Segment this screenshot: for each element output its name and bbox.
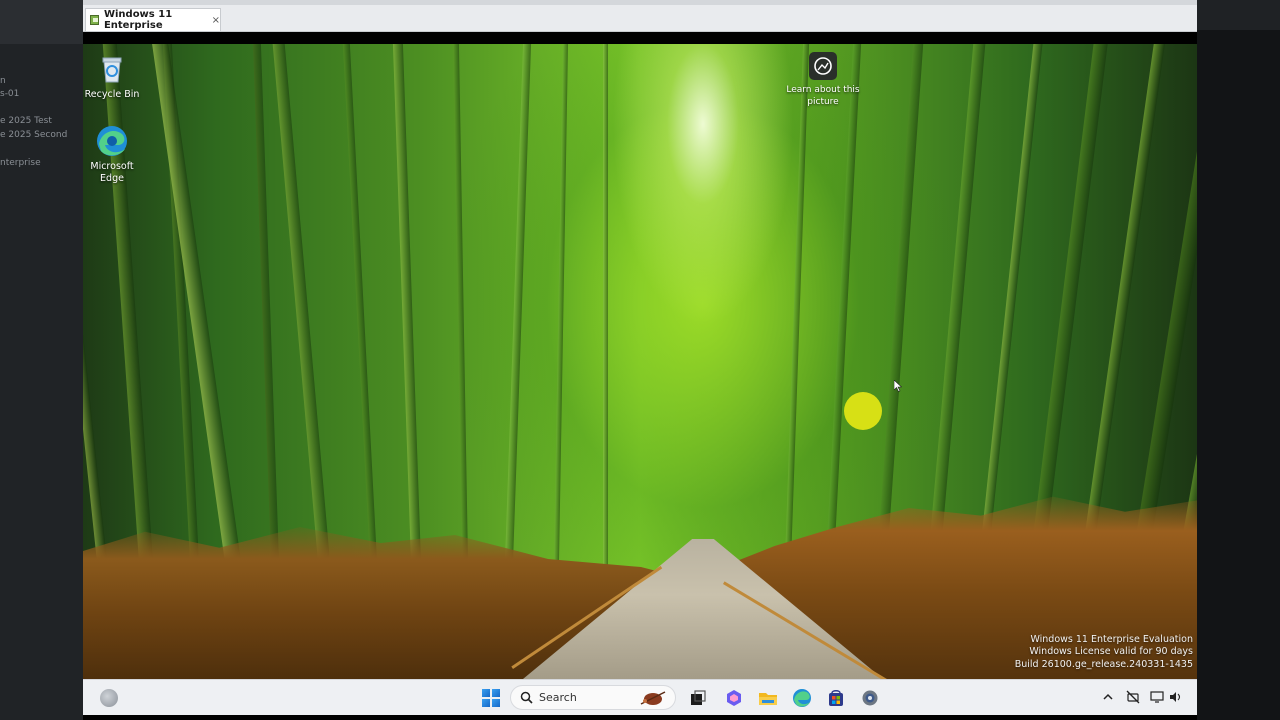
- vm-tab-bar: Windows 11 Enterprise ×: [83, 0, 1197, 32]
- network-off-icon[interactable]: [1126, 690, 1140, 704]
- wallpaper-bamboo-stalk: [390, 44, 423, 620]
- edge-taskbar-icon[interactable]: [792, 688, 812, 708]
- mouse-pointer-icon: [894, 380, 902, 392]
- settings-gear-icon[interactable]: [860, 688, 880, 708]
- desktop-icon-label: Recycle Bin: [84, 89, 140, 100]
- wallpaper-bamboo-stalk: [451, 44, 469, 620]
- host-sidebar: n s-01 e 2025 Test e 2025 Second nterpri…: [0, 0, 83, 720]
- recycle-bin-icon: [95, 52, 129, 86]
- wallpaper-bamboo-stalk: [250, 44, 281, 620]
- spotlight-label: Learn about this picture: [786, 85, 860, 107]
- host-sidebar-item[interactable]: e 2025 Second: [0, 130, 67, 140]
- watermark-line: Windows License valid for 90 days: [1029, 646, 1193, 657]
- host-sidebar-item[interactable]: n: [0, 76, 6, 86]
- edge-icon: [95, 124, 129, 158]
- file-explorer-icon[interactable]: [758, 688, 778, 708]
- vm-tab[interactable]: Windows 11 Enterprise ×: [85, 8, 221, 31]
- wallpaper-bamboo-stalk: [783, 44, 812, 620]
- host-right-toolbar: [1197, 0, 1280, 30]
- desktop-icon-recycle-bin[interactable]: Recycle Bin: [83, 52, 147, 101]
- camera-info-icon: [809, 52, 837, 80]
- host-sidebar-item[interactable]: nterprise: [0, 158, 41, 168]
- desktop-wallpaper[interactable]: Recycle Bin Microsoft Edge Learn about t…: [83, 44, 1197, 679]
- search-label: Search: [539, 691, 577, 704]
- wallpaper-bamboo-stalk: [339, 44, 380, 620]
- desktop-icon-edge[interactable]: Microsoft Edge: [83, 124, 147, 185]
- start-button[interactable]: [482, 689, 500, 707]
- cursor-highlight: [844, 392, 882, 430]
- close-icon[interactable]: ×: [212, 15, 220, 26]
- watermark-line: Windows 11 Enterprise Evaluation: [1030, 633, 1193, 645]
- evaluation-watermark: Windows 11 Enterprise Evaluation Windows…: [1015, 634, 1193, 672]
- weather-widget-icon[interactable]: [100, 689, 118, 707]
- desktop-icon-label: Microsoft Edge: [90, 161, 134, 184]
- taskbar: Search: [83, 679, 1197, 716]
- volume-icon[interactable]: [1168, 690, 1182, 704]
- vm-console-window: Windows 11 Enterprise × Recycle Bin Micr…: [83, 0, 1197, 720]
- wallpaper-bamboo-stalk: [603, 44, 608, 619]
- display-icon[interactable]: [1150, 690, 1164, 704]
- vm-bottom-border: [83, 715, 1197, 720]
- spotlight-learn-about-picture[interactable]: Learn about this picture: [783, 52, 863, 108]
- task-view-icon[interactable]: [688, 688, 708, 708]
- store-icon[interactable]: [826, 688, 846, 708]
- vm-toolbar-strip: [83, 0, 1197, 5]
- wallpaper-bamboo-stalk: [503, 44, 534, 620]
- taskbar-search-box[interactable]: Search: [510, 685, 676, 710]
- vm-icon: [90, 15, 99, 25]
- copilot-icon[interactable]: [724, 688, 744, 708]
- watermark-line: Build 26100.ge_release.240331-1435: [1014, 658, 1193, 670]
- host-right-panel: [1197, 0, 1280, 720]
- host-sidebar-header: [0, 0, 83, 44]
- wallpaper-bamboo-stalk: [553, 44, 570, 620]
- chevron-up-icon[interactable]: [1102, 690, 1114, 704]
- vm-tab-title: Windows 11 Enterprise: [103, 9, 173, 31]
- search-highlight-icon: [640, 691, 666, 705]
- search-icon: [520, 691, 533, 704]
- host-sidebar-item[interactable]: e 2025 Test: [0, 116, 52, 126]
- host-sidebar-item[interactable]: s-01: [0, 89, 19, 99]
